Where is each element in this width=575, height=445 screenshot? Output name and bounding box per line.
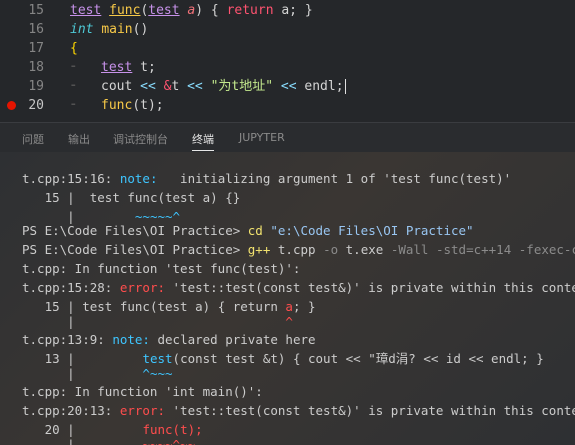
- terminal-line: | ^~~~: [22, 366, 173, 381]
- indent-guide: ⁃: [70, 79, 77, 94]
- line-number: 18: [28, 60, 44, 75]
- terminal-line: t.cpp:15:16: note: initializing argument…: [22, 171, 512, 186]
- terminal-line: 15 | test func(test a) {}: [44, 190, 241, 205]
- panel-tab-bar: 问题 输出 调试控制台 终端 JUPYTER: [0, 122, 575, 153]
- code-text: test t;: [101, 60, 156, 75]
- terminal-line: t.cpp:13:9: note: declared private here: [22, 332, 316, 347]
- line-number: 16: [28, 22, 44, 37]
- code-text: test func(test a) { return a; }: [70, 3, 313, 18]
- terminal-line: PS E:\Code Files\OI Practice> cd "e:\Cod…: [22, 223, 474, 238]
- editor-line-17[interactable]: 17 {: [0, 39, 575, 58]
- indent-guide: ⁃: [70, 98, 77, 113]
- tab-jupyter[interactable]: JUPYTER: [239, 131, 285, 144]
- tab-terminal[interactable]: 终端: [192, 131, 214, 147]
- line-number: 19: [28, 79, 44, 94]
- line-number: 17: [28, 41, 44, 56]
- code-text: int main(): [70, 22, 149, 37]
- editor-line-16[interactable]: 16 int main(): [0, 20, 575, 39]
- active-tab-indicator: [192, 150, 214, 151]
- code-text: cout << &t << "为t地址" << endl;: [101, 79, 346, 94]
- terminal-line: t.cpp: In function 'int main()':: [22, 384, 263, 399]
- terminal-line: | ~~~~^~~: [22, 437, 196, 445]
- terminal[interactable]: t.cpp:15:16: note: initializing argument…: [0, 152, 575, 445]
- terminal-line: | ^: [22, 314, 293, 329]
- line-number: 20: [28, 98, 44, 113]
- terminal-line: t.cpp:20:13: error: 'test::test(const te…: [22, 403, 575, 418]
- terminal-line: t.cpp: In function 'test func(test)':: [22, 261, 301, 276]
- code-text: func(t);: [101, 98, 164, 113]
- editor-line-20[interactable]: 20 ⁃ func(t);: [0, 96, 575, 115]
- code-text: {: [70, 41, 78, 56]
- code-editor[interactable]: 15 test func(test a) { return a; } 16 in…: [0, 0, 575, 122]
- terminal-line: t.cpp:15:28: error: 'test::test(const te…: [22, 280, 575, 295]
- indent-guide: ⁃: [70, 60, 77, 75]
- editor-line-18[interactable]: 18 ⁃ test t;: [0, 58, 575, 77]
- tab-debug-console[interactable]: 调试控制台: [113, 131, 168, 147]
- editor-line-19[interactable]: 19 ⁃ cout << &t << "为t地址" << endl;: [0, 77, 575, 96]
- editor-line-15[interactable]: 15 test func(test a) { return a; }: [0, 1, 575, 20]
- tab-problems[interactable]: 问题: [22, 131, 44, 147]
- tab-output[interactable]: 输出: [68, 131, 90, 147]
- terminal-line: PS E:\Code Files\OI Practice> g++ t.cpp …: [22, 242, 575, 257]
- line-number: 15: [28, 3, 44, 18]
